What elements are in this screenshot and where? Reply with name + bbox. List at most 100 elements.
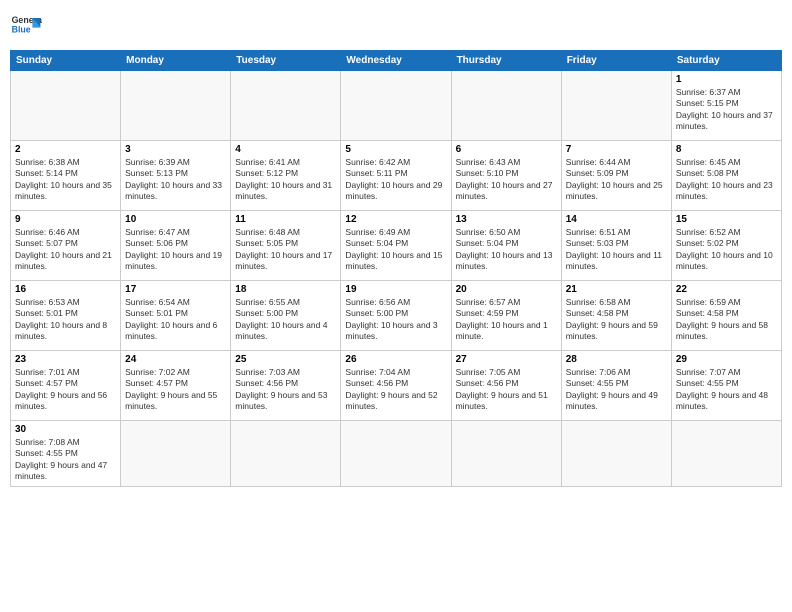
calendar-day-cell: 26 Sunrise: 7:04 AM Sunset: 4:56 PM Dayli…	[341, 351, 451, 421]
calendar-day-cell: 16 Sunrise: 6:53 AM Sunset: 5:01 PM Dayli…	[11, 281, 121, 351]
day-info: Sunrise: 6:47 AM Sunset: 5:06 PM Dayligh…	[125, 227, 226, 273]
calendar-week-row: 23Sunrise: 7:01 AM Sunset: 4:57 PM Dayli…	[11, 351, 782, 421]
calendar-day-cell: 25Sunrise: 7:03 AM Sunset: 4:56 PM Dayli…	[231, 351, 341, 421]
day-number: 12	[345, 214, 446, 225]
day-number: 20	[456, 284, 557, 295]
day-info: Sunrise: 6:54 AM Sunset: 5:01 PM Dayligh…	[125, 297, 226, 343]
day-number: 2	[15, 144, 116, 155]
day-info: Sunrise: 6:59 AM Sunset: 4:58 PM Dayligh…	[676, 297, 777, 343]
day-info: Sunrise: 7:04 AM Sunset: 4:56 PM Dayligh…	[345, 367, 446, 413]
day-info: Sunrise: 6:50 AM Sunset: 5:04 PM Dayligh…	[456, 227, 557, 273]
calendar-day-cell: 30 Sunrise: 7:08 AM Sunset: 4:55 PM Dayli…	[11, 421, 121, 487]
day-info: Sunrise: 6:56 AM Sunset: 5:00 PM Dayligh…	[345, 297, 446, 343]
header-sunday: Sunday	[11, 51, 121, 71]
day-info: Sunrise: 6:48 AM Sunset: 5:05 PM Dayligh…	[235, 227, 336, 273]
day-info: Sunrise: 7:01 AM Sunset: 4:57 PM Dayligh…	[15, 367, 116, 413]
calendar-day-cell: 20 Sunrise: 6:57 AM Sunset: 4:59 PM Dayli…	[451, 281, 561, 351]
calendar-day-cell	[341, 71, 451, 141]
day-info: Sunrise: 6:51 AM Sunset: 5:03 PM Dayligh…	[566, 227, 667, 273]
day-number: 27	[456, 354, 557, 365]
calendar-day-cell: 15 Sunrise: 6:52 AM Sunset: 5:02 PM Dayli…	[671, 211, 781, 281]
day-info: Sunrise: 6:37 AM Sunset: 5:15 PM Dayligh…	[676, 87, 777, 133]
calendar-day-cell: 10 Sunrise: 6:47 AM Sunset: 5:06 PM Dayli…	[121, 211, 231, 281]
calendar-week-row: 9 Sunrise: 6:46 AM Sunset: 5:07 PM Daylig…	[11, 211, 782, 281]
logo: General Blue	[10, 10, 42, 42]
day-info: Sunrise: 7:05 AM Sunset: 4:56 PM Dayligh…	[456, 367, 557, 413]
day-number: 21	[566, 284, 667, 295]
day-info: Sunrise: 6:39 AM Sunset: 5:13 PM Dayligh…	[125, 157, 226, 203]
calendar-day-cell: 22 Sunrise: 6:59 AM Sunset: 4:58 PM Dayli…	[671, 281, 781, 351]
day-number: 6	[456, 144, 557, 155]
calendar-day-cell	[561, 421, 671, 487]
day-info: Sunrise: 7:03 AM Sunset: 4:56 PM Dayligh…	[235, 367, 336, 413]
day-number: 22	[676, 284, 777, 295]
calendar-table: Sunday Monday Tuesday Wednesday Thursday…	[10, 50, 782, 487]
day-info: Sunrise: 7:07 AM Sunset: 4:55 PM Dayligh…	[676, 367, 777, 413]
calendar-day-cell	[671, 421, 781, 487]
calendar-day-cell: 13 Sunrise: 6:50 AM Sunset: 5:04 PM Dayli…	[451, 211, 561, 281]
header-saturday: Saturday	[671, 51, 781, 71]
day-info: Sunrise: 6:44 AM Sunset: 5:09 PM Dayligh…	[566, 157, 667, 203]
calendar-day-cell	[561, 71, 671, 141]
calendar-day-cell	[451, 421, 561, 487]
calendar-day-cell: 11 Sunrise: 6:48 AM Sunset: 5:05 PM Dayli…	[231, 211, 341, 281]
day-number: 16	[15, 284, 116, 295]
calendar-day-cell: 12Sunrise: 6:49 AM Sunset: 5:04 PM Dayli…	[341, 211, 451, 281]
day-info: Sunrise: 7:08 AM Sunset: 4:55 PM Dayligh…	[15, 437, 116, 483]
calendar-day-cell: 3 Sunrise: 6:39 AM Sunset: 5:13 PM Daylig…	[121, 141, 231, 211]
day-info: Sunrise: 6:53 AM Sunset: 5:01 PM Dayligh…	[15, 297, 116, 343]
header-thursday: Thursday	[451, 51, 561, 71]
calendar-week-row: 2 Sunrise: 6:38 AM Sunset: 5:14 PM Daylig…	[11, 141, 782, 211]
day-number: 30	[15, 424, 116, 435]
page: General Blue Sunday Monday Tuesday Wedne…	[0, 0, 792, 612]
day-number: 5	[345, 144, 446, 155]
calendar-day-cell: 14Sunrise: 6:51 AM Sunset: 5:03 PM Dayli…	[561, 211, 671, 281]
day-info: Sunrise: 6:38 AM Sunset: 5:14 PM Dayligh…	[15, 157, 116, 203]
calendar-day-cell: 19 Sunrise: 6:56 AM Sunset: 5:00 PM Dayli…	[341, 281, 451, 351]
day-number: 15	[676, 214, 777, 225]
day-number: 26	[345, 354, 446, 365]
calendar-day-cell: 21Sunrise: 6:58 AM Sunset: 4:58 PM Dayli…	[561, 281, 671, 351]
day-number: 1	[676, 74, 777, 85]
day-number: 29	[676, 354, 777, 365]
calendar-week-row: 30 Sunrise: 7:08 AM Sunset: 4:55 PM Dayli…	[11, 421, 782, 487]
day-number: 9	[15, 214, 116, 225]
day-info: Sunrise: 7:06 AM Sunset: 4:55 PM Dayligh…	[566, 367, 667, 413]
calendar-day-cell: 27 Sunrise: 7:05 AM Sunset: 4:56 PM Dayli…	[451, 351, 561, 421]
calendar-day-cell	[121, 71, 231, 141]
calendar-day-cell: 17 Sunrise: 6:54 AM Sunset: 5:01 PM Dayli…	[121, 281, 231, 351]
calendar-day-cell: 29 Sunrise: 7:07 AM Sunset: 4:55 PM Dayli…	[671, 351, 781, 421]
calendar-day-cell	[451, 71, 561, 141]
calendar-day-cell: 6Sunrise: 6:43 AM Sunset: 5:10 PM Daylig…	[451, 141, 561, 211]
day-number: 4	[235, 144, 336, 155]
day-info: Sunrise: 6:46 AM Sunset: 5:07 PM Dayligh…	[15, 227, 116, 273]
day-number: 7	[566, 144, 667, 155]
header-tuesday: Tuesday	[231, 51, 341, 71]
day-number: 11	[235, 214, 336, 225]
calendar-day-cell	[121, 421, 231, 487]
calendar-day-cell	[231, 71, 341, 141]
day-number: 10	[125, 214, 226, 225]
calendar-day-cell: 28Sunrise: 7:06 AM Sunset: 4:55 PM Dayli…	[561, 351, 671, 421]
day-info: Sunrise: 7:02 AM Sunset: 4:57 PM Dayligh…	[125, 367, 226, 413]
calendar-day-cell: 4 Sunrise: 6:41 AM Sunset: 5:12 PM Daylig…	[231, 141, 341, 211]
calendar-day-cell: 5 Sunrise: 6:42 AM Sunset: 5:11 PM Daylig…	[341, 141, 451, 211]
day-info: Sunrise: 6:57 AM Sunset: 4:59 PM Dayligh…	[456, 297, 557, 343]
calendar-week-row: 1 Sunrise: 6:37 AM Sunset: 5:15 PM Daylig…	[11, 71, 782, 141]
weekday-header-row: Sunday Monday Tuesday Wednesday Thursday…	[11, 51, 782, 71]
day-info: Sunrise: 6:52 AM Sunset: 5:02 PM Dayligh…	[676, 227, 777, 273]
calendar-day-cell: 7 Sunrise: 6:44 AM Sunset: 5:09 PM Daylig…	[561, 141, 671, 211]
day-number: 18	[235, 284, 336, 295]
day-number: 13	[456, 214, 557, 225]
header-friday: Friday	[561, 51, 671, 71]
calendar-day-cell	[231, 421, 341, 487]
logo-icon: General Blue	[10, 10, 42, 42]
day-info: Sunrise: 6:42 AM Sunset: 5:11 PM Dayligh…	[345, 157, 446, 203]
day-number: 24	[125, 354, 226, 365]
day-info: Sunrise: 6:41 AM Sunset: 5:12 PM Dayligh…	[235, 157, 336, 203]
calendar-day-cell: 9 Sunrise: 6:46 AM Sunset: 5:07 PM Daylig…	[11, 211, 121, 281]
calendar-day-cell: 8Sunrise: 6:45 AM Sunset: 5:08 PM Daylig…	[671, 141, 781, 211]
day-number: 17	[125, 284, 226, 295]
day-number: 19	[345, 284, 446, 295]
day-number: 3	[125, 144, 226, 155]
